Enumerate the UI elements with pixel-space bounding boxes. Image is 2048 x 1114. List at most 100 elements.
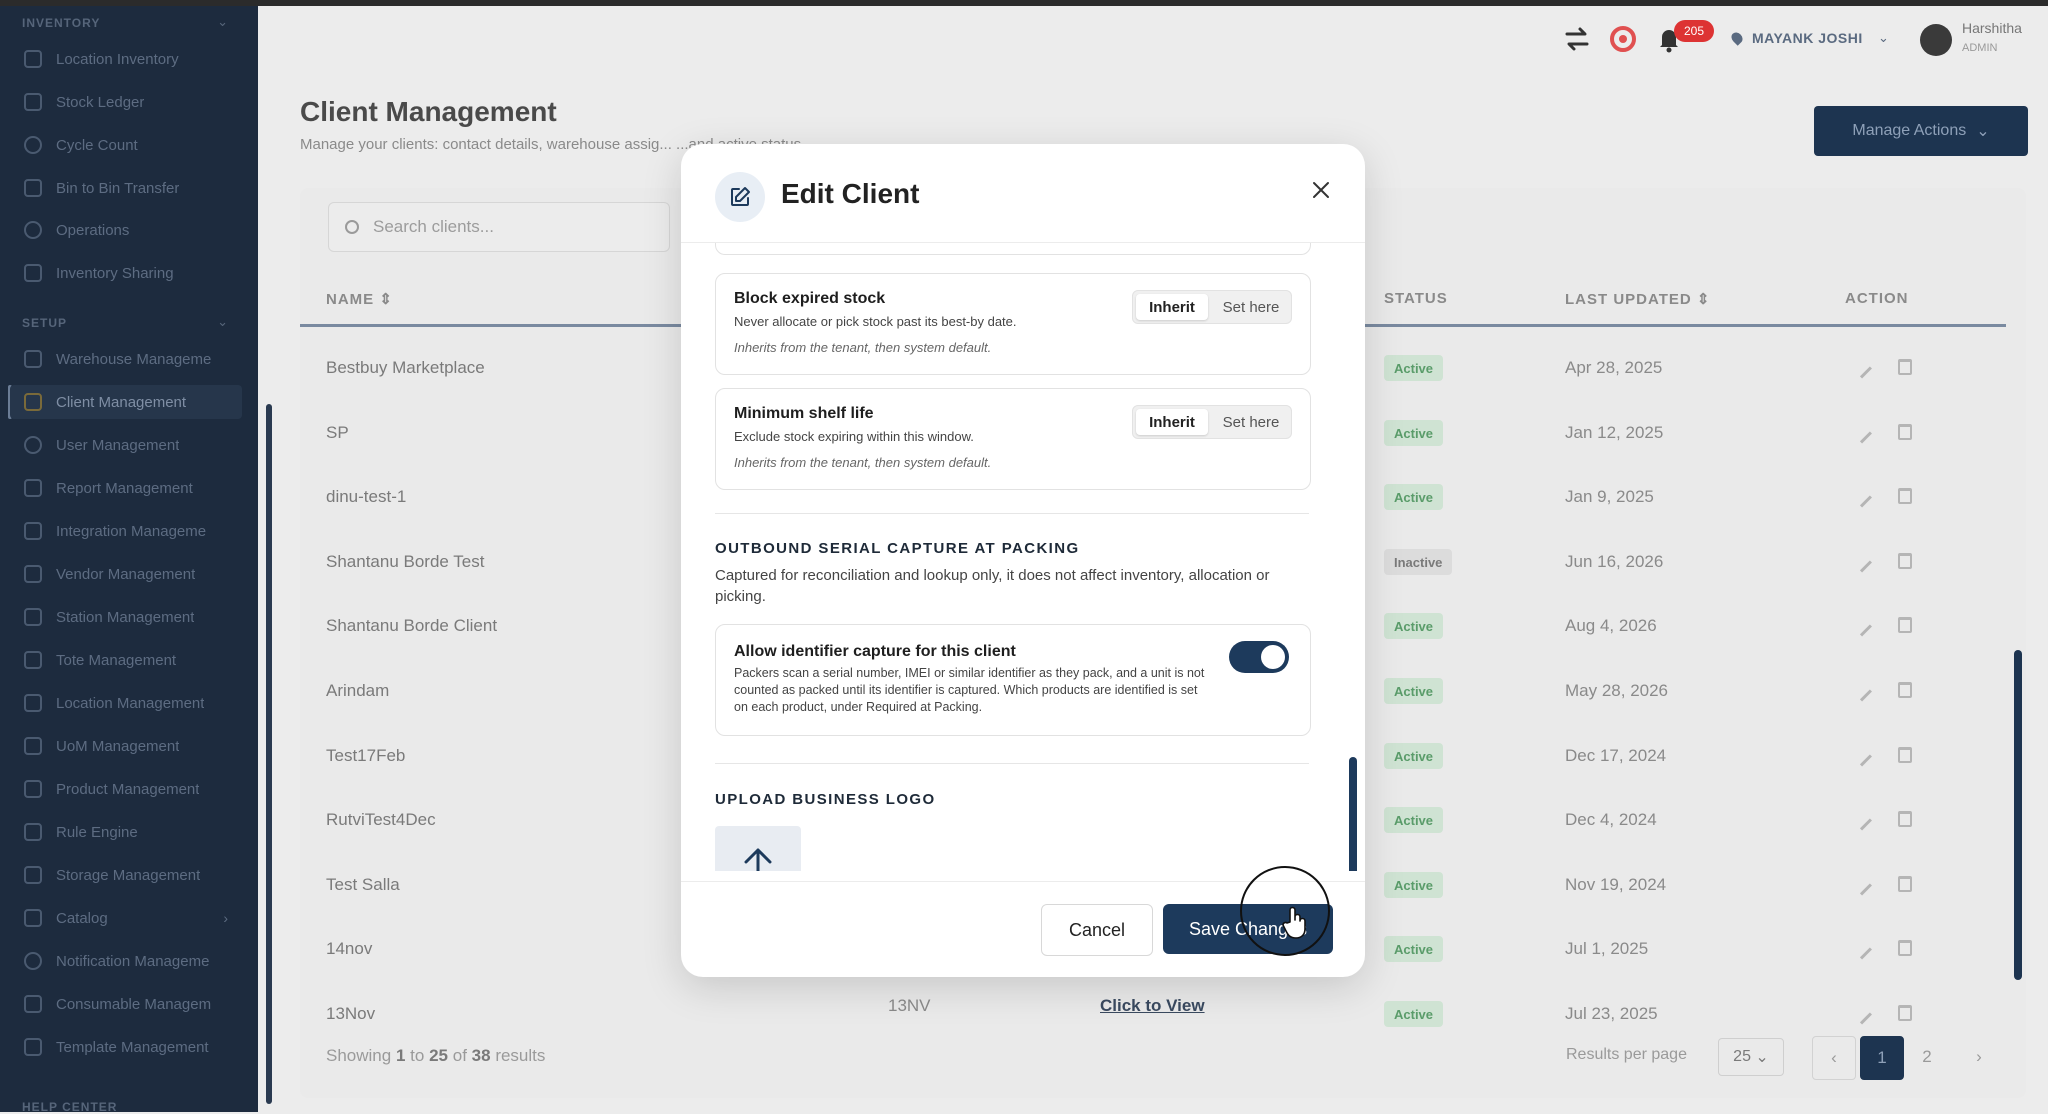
- client-name: Arindam: [326, 681, 390, 700]
- minimum-shelf-life-box: Minimum shelf life Exclude stock expirin…: [715, 388, 1311, 490]
- hand-cursor-icon: [1282, 906, 1308, 945]
- client-name: SP: [326, 423, 349, 442]
- trash-icon[interactable]: [1898, 811, 1912, 827]
- trash-icon[interactable]: [1898, 940, 1912, 956]
- sidebar-section-inventory[interactable]: INVENTORY: [22, 16, 100, 30]
- page-1-button[interactable]: 1: [1860, 1036, 1904, 1080]
- sidebar-item-tote[interactable]: Tote Management: [10, 643, 242, 677]
- client-name: 14nov: [326, 939, 373, 958]
- last-updated: Nov 19, 2024: [1565, 875, 1667, 894]
- trash-icon[interactable]: [1898, 682, 1912, 698]
- sidebar-item-inventory-sharing[interactable]: Inventory Sharing: [10, 256, 242, 290]
- sidebar-item-template[interactable]: Template Management: [10, 1030, 242, 1064]
- last-updated: Dec 17, 2024: [1565, 746, 1667, 765]
- main-scrollbar[interactable]: [2014, 650, 2022, 980]
- client-name: Test Salla: [326, 875, 400, 894]
- notification-badge: 205: [1674, 20, 1714, 42]
- column-header-last-updated[interactable]: LAST UPDATED ⇕: [1565, 290, 1710, 308]
- avatar[interactable]: [1920, 24, 1952, 56]
- inherit-option[interactable]: Inherit: [1136, 409, 1208, 435]
- modal-body: Block expired stock Never allocate or pi…: [681, 243, 1365, 871]
- sidebar-item-client-management[interactable]: Client Management: [10, 385, 242, 419]
- cancel-button[interactable]: Cancel: [1041, 904, 1153, 956]
- pagination-summary: Showing 1 to 25 of 38 results: [326, 1046, 545, 1066]
- modal-scrollbar[interactable]: [1349, 757, 1357, 871]
- last-updated: Aug 4, 2026: [1565, 616, 1657, 635]
- chevron-right-icon: ›: [223, 910, 228, 926]
- store-icon: [24, 565, 42, 583]
- last-updated: Jan 9, 2025: [1565, 487, 1654, 506]
- trash-icon[interactable]: [1898, 1005, 1912, 1021]
- trash-icon[interactable]: [1898, 553, 1912, 569]
- status-badge: Active: [1384, 807, 1444, 833]
- last-updated: Dec 4, 2024: [1565, 810, 1657, 829]
- cog-icon: [24, 221, 42, 239]
- results-per-page-select[interactable]: 25 ⌄: [1718, 1038, 1784, 1076]
- inherit-option[interactable]: Inherit: [1136, 294, 1208, 320]
- column-header-name[interactable]: NAME ⇕: [326, 290, 393, 308]
- client-name: Shantanu Borde Test: [326, 552, 485, 571]
- inherit-toggle-group: Inherit Set here: [1132, 405, 1292, 439]
- trash-icon[interactable]: [1898, 424, 1912, 440]
- sidebar-item-consumable[interactable]: Consumable Managem: [10, 987, 242, 1021]
- sidebar-item-stock-ledger[interactable]: Stock Ledger: [10, 85, 242, 119]
- modal-title: Edit Client: [781, 178, 920, 209]
- set-here-option[interactable]: Set here: [1213, 409, 1289, 435]
- trash-icon[interactable]: [1898, 488, 1912, 504]
- page-2-button[interactable]: 2: [1906, 1036, 1948, 1078]
- client-name: 13Nov: [326, 1004, 376, 1023]
- prev-page-button[interactable]: ‹: [1812, 1036, 1856, 1080]
- client-code: 13NV: [888, 996, 931, 1015]
- close-button[interactable]: [1303, 172, 1339, 208]
- trash-icon[interactable]: [1898, 359, 1912, 375]
- to-count: 25: [429, 1046, 448, 1065]
- sidebar-item-integration[interactable]: Integration Manageme: [10, 514, 242, 548]
- next-page-button[interactable]: ›: [1958, 1036, 2000, 1078]
- ledger-icon: [24, 93, 42, 111]
- set-here-option[interactable]: Set here: [1213, 294, 1289, 320]
- sidebar-item-notification[interactable]: Notification Manageme: [10, 944, 242, 978]
- sidebar-item-product[interactable]: Product Management: [10, 772, 242, 806]
- lifebuoy-icon[interactable]: [1608, 24, 1638, 54]
- view-link[interactable]: Click to View: [1100, 996, 1205, 1016]
- modal-header: Edit Client: [681, 144, 1365, 243]
- location-selector[interactable]: MAYANK JOSHI: [1752, 30, 1863, 46]
- sidebar-item-operations[interactable]: Operations: [10, 213, 242, 247]
- top-border: [0, 0, 2048, 6]
- chevron-down-icon[interactable]: ⌄: [1878, 30, 1889, 46]
- sidebar-item-station[interactable]: Station Management: [10, 600, 242, 634]
- status-badge: Active: [1384, 613, 1444, 639]
- sidebar-item-user-management[interactable]: User Management: [10, 428, 242, 462]
- sidebar-item-warehouse[interactable]: Warehouse Manageme: [10, 342, 242, 376]
- manage-actions-button[interactable]: Manage Actions ⌄: [1814, 106, 2028, 156]
- edit-client-modal: Edit Client Block expired stock Never al…: [681, 144, 1365, 977]
- toggle-knob: [1261, 645, 1285, 669]
- trash-icon[interactable]: [1898, 617, 1912, 633]
- sidebar-item-location-management[interactable]: Location Management: [10, 686, 242, 720]
- sidebar-item-rule-engine[interactable]: Rule Engine: [10, 815, 242, 849]
- sidebar-scrollbar[interactable]: [266, 404, 272, 1104]
- sidebar-item-cycle-count[interactable]: Cycle Count: [10, 128, 242, 162]
- sort-icon: ⇕: [379, 291, 393, 308]
- search-input[interactable]: Search clients...: [328, 202, 670, 252]
- sidebar-section-setup[interactable]: SETUP: [22, 316, 67, 330]
- trash-icon[interactable]: [1898, 747, 1912, 763]
- storage-icon: [24, 866, 42, 884]
- sidebar-item-storage[interactable]: Storage Management: [10, 858, 242, 892]
- swap-icon[interactable]: [1562, 24, 1592, 54]
- close-icon: [1313, 182, 1329, 198]
- divider: [715, 513, 1309, 514]
- sidebar-item-report-management[interactable]: Report Management: [10, 471, 242, 505]
- identifier-capture-toggle[interactable]: [1229, 641, 1289, 673]
- sidebar-item-catalog[interactable]: Catalog ›: [10, 901, 242, 935]
- trash-icon[interactable]: [1898, 876, 1912, 892]
- sidebar-item-location-inventory[interactable]: Location Inventory: [10, 42, 242, 76]
- chevron-down-icon[interactable]: ⌄: [217, 14, 228, 30]
- chevron-down-icon[interactable]: ⌄: [217, 314, 228, 330]
- upload-logo-button[interactable]: [715, 826, 801, 871]
- search-placeholder: Search clients...: [373, 217, 494, 236]
- sidebar-item-uom[interactable]: UoM Management: [10, 729, 242, 763]
- identifier-capture-box: Allow identifier capture for this client…: [715, 624, 1311, 736]
- sidebar-item-bin-transfer[interactable]: Bin to Bin Transfer: [10, 171, 242, 205]
- sidebar-item-vendor[interactable]: Vendor Management: [10, 557, 242, 591]
